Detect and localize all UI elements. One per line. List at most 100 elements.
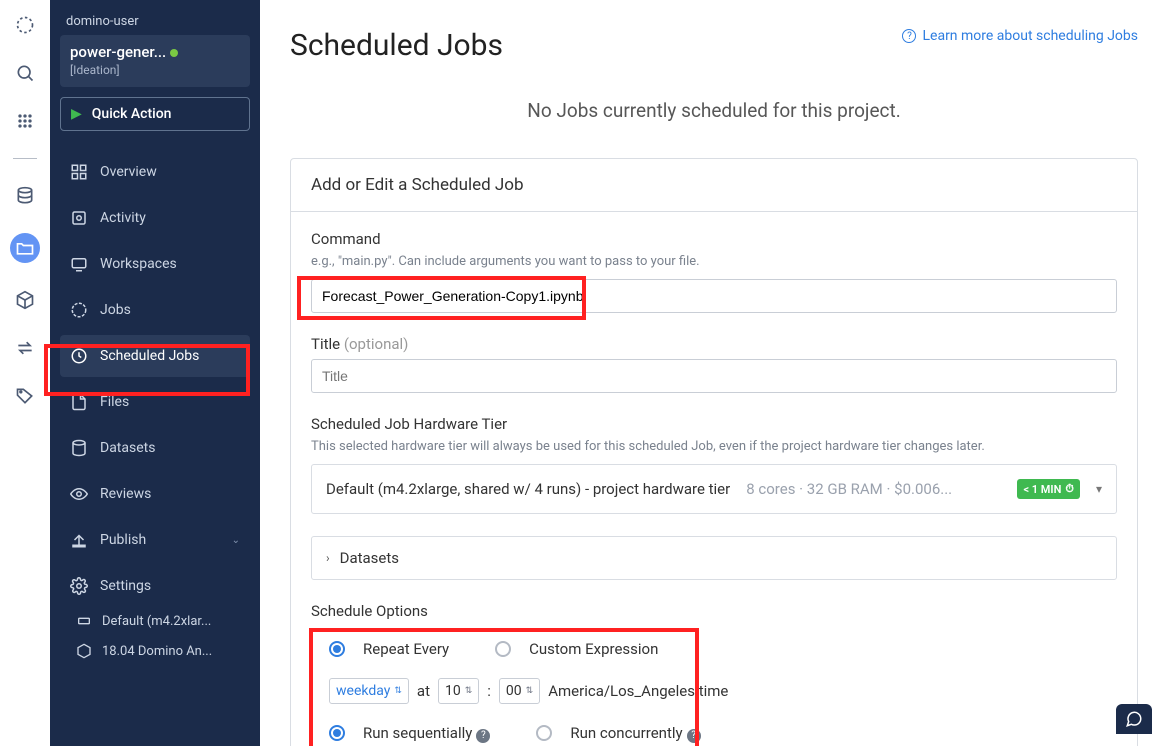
status-dot-icon <box>170 49 178 57</box>
sidebar-sub: Default (m4.2xlar... 18.04 Domino An... <box>60 607 250 659</box>
sidebar-item-publish[interactable]: Publish ⌄ <box>60 519 250 561</box>
chevron-down-icon: ▾ <box>1090 482 1102 496</box>
nav-label: Scheduled Jobs <box>100 348 199 364</box>
page-title: Scheduled Jobs <box>290 28 503 63</box>
schedule-options: Schedule Options Repeat Every Custom Exp… <box>311 602 1117 746</box>
page-header: Scheduled Jobs ? Learn more about schedu… <box>290 28 1138 63</box>
workspaces-icon <box>70 255 88 273</box>
run-sequentially-radio[interactable] <box>329 725 345 741</box>
hour-value: 10 <box>445 683 461 699</box>
sidebar-sub-env[interactable]: 18.04 Domino An... <box>76 643 250 659</box>
env-icon <box>76 643 92 659</box>
sidebar-sub-hardware[interactable]: Default (m4.2xlar... <box>76 613 250 629</box>
activity-icon <box>70 209 88 227</box>
caret-right-icon: › <box>326 551 330 565</box>
overview-icon <box>70 163 88 181</box>
nav-label: Settings <box>100 578 151 594</box>
unit-value: weekday <box>336 683 390 699</box>
sidebar-item-scheduled-jobs[interactable]: Scheduled Jobs <box>60 335 250 377</box>
panel-body: Command e.g., "main.py". Can include arg… <box>291 212 1137 746</box>
learn-more-link[interactable]: ? Learn more about scheduling Jobs <box>902 28 1138 44</box>
rail-separator <box>13 158 37 159</box>
title-optional: (optional) <box>344 335 409 353</box>
concurrency-row: Run sequentially? Run concurrently? <box>329 724 1099 743</box>
apps-icon[interactable] <box>14 110 36 132</box>
hw-badge-text: < 1 MIN <box>1023 483 1061 496</box>
clock-icon <box>70 347 88 365</box>
command-label: Command <box>311 230 1117 248</box>
schedule-mode-row: Repeat Every Custom Expression <box>329 640 1099 658</box>
title-label-text: Title <box>311 335 340 353</box>
sidebar-nav: Overview Activity Workspaces Jobs Schedu… <box>60 151 250 607</box>
nav-label: Activity <box>100 210 146 226</box>
jobs-icon <box>70 301 88 319</box>
quick-action-label: Quick Action <box>92 106 172 122</box>
repeat-label: Repeat Every <box>363 640 449 658</box>
sidebar-item-datasets[interactable]: Datasets <box>60 427 250 469</box>
tz-label: America/Los_Angeles time <box>548 682 728 700</box>
sidebar-item-activity[interactable]: Activity <box>60 197 250 239</box>
seq-text: Run sequentially <box>363 724 472 742</box>
sidebar-item-workspaces[interactable]: Workspaces <box>60 243 250 285</box>
quick-action-button[interactable]: ▶ Quick Action <box>60 97 250 131</box>
file-icon <box>70 393 88 411</box>
play-icon: ▶ <box>71 106 82 122</box>
project-name: power-gener... <box>70 43 166 61</box>
chevron-down-icon: ⌄ <box>232 535 240 546</box>
folder-icon[interactable] <box>10 233 40 263</box>
sidebar: domino-user power-gener... [Ideation] ▶ … <box>50 0 260 746</box>
title-input[interactable] <box>311 359 1117 393</box>
main-content: Scheduled Jobs ? Learn more about schedu… <box>260 0 1168 746</box>
question-icon: ? <box>902 29 916 43</box>
sidebar-item-overview[interactable]: Overview <box>60 151 250 193</box>
run-concurrently-radio[interactable] <box>536 725 552 741</box>
title-field: Title (optional) <box>311 335 1117 393</box>
sidebar-project-card[interactable]: power-gener... [Ideation] <box>60 35 250 87</box>
step-arrows-icon: ⇅ <box>465 686 473 696</box>
hour-select[interactable]: 10 ⇅ <box>438 678 479 704</box>
command-hint: e.g., "main.py". Can include arguments y… <box>311 254 1117 269</box>
project-stage: [Ideation] <box>70 63 240 77</box>
database-icon[interactable] <box>14 185 36 207</box>
colon: : <box>487 682 491 700</box>
minute-select[interactable]: 00⇅ <box>499 678 540 704</box>
command-input[interactable] <box>311 279 1117 313</box>
hw-specs: 8 cores · 32 GB RAM · $0.006... <box>746 480 952 498</box>
schedule-time-row: weekday⇅ at 10⇅ : 00⇅ America/Los_Angele… <box>329 678 1099 704</box>
search-icon[interactable] <box>14 62 36 84</box>
sidebar-item-reviews[interactable]: Reviews <box>60 473 250 515</box>
sidebar-item-settings[interactable]: Settings <box>60 565 250 607</box>
con-label: Run concurrently? <box>570 724 700 743</box>
scheduled-job-panel: Add or Edit a Scheduled Job Command e.g.… <box>290 158 1138 746</box>
logo-icon[interactable] <box>14 14 36 36</box>
cube-icon[interactable] <box>14 289 36 311</box>
gear-icon <box>70 577 88 595</box>
unit-select[interactable]: weekday ⇅ <box>329 678 409 704</box>
title-label: Title (optional) <box>311 335 1117 353</box>
help-icon[interactable]: ? <box>476 729 490 743</box>
nav-label: Publish <box>100 532 146 548</box>
tag-icon[interactable] <box>14 385 36 407</box>
sidebar-user[interactable]: domino-user <box>60 14 250 35</box>
datasets-collapsible[interactable]: › Datasets <box>311 536 1117 580</box>
select-arrows-icon: ⇅ <box>394 686 402 696</box>
help-icon[interactable]: ? <box>687 729 701 743</box>
repeat-every-radio[interactable] <box>329 641 345 657</box>
nav-label: Reviews <box>100 486 151 502</box>
schedule-inner: Repeat Every Custom Expression weekday⇅ … <box>311 626 1117 746</box>
sidebar-item-files[interactable]: Files <box>60 381 250 423</box>
eye-icon <box>70 485 88 503</box>
icon-rail <box>0 0 50 746</box>
nav-label: Jobs <box>100 302 131 318</box>
hw-label: Scheduled Job Hardware Tier <box>311 415 1117 433</box>
chat-widget[interactable] <box>1116 704 1152 734</box>
nav-label: Datasets <box>100 440 155 456</box>
custom-expression-radio[interactable] <box>495 641 511 657</box>
sidebar-item-jobs[interactable]: Jobs <box>60 289 250 331</box>
command-field: Command e.g., "main.py". Can include arg… <box>311 230 1117 313</box>
hw-selector[interactable]: Default (m4.2xlarge, shared w/ 4 runs) -… <box>311 464 1117 514</box>
sub-label: 18.04 Domino An... <box>102 644 212 659</box>
swap-icon[interactable] <box>14 337 36 359</box>
datasets-label: Datasets <box>340 549 399 567</box>
step-arrows-icon: ⇅ <box>526 686 534 696</box>
